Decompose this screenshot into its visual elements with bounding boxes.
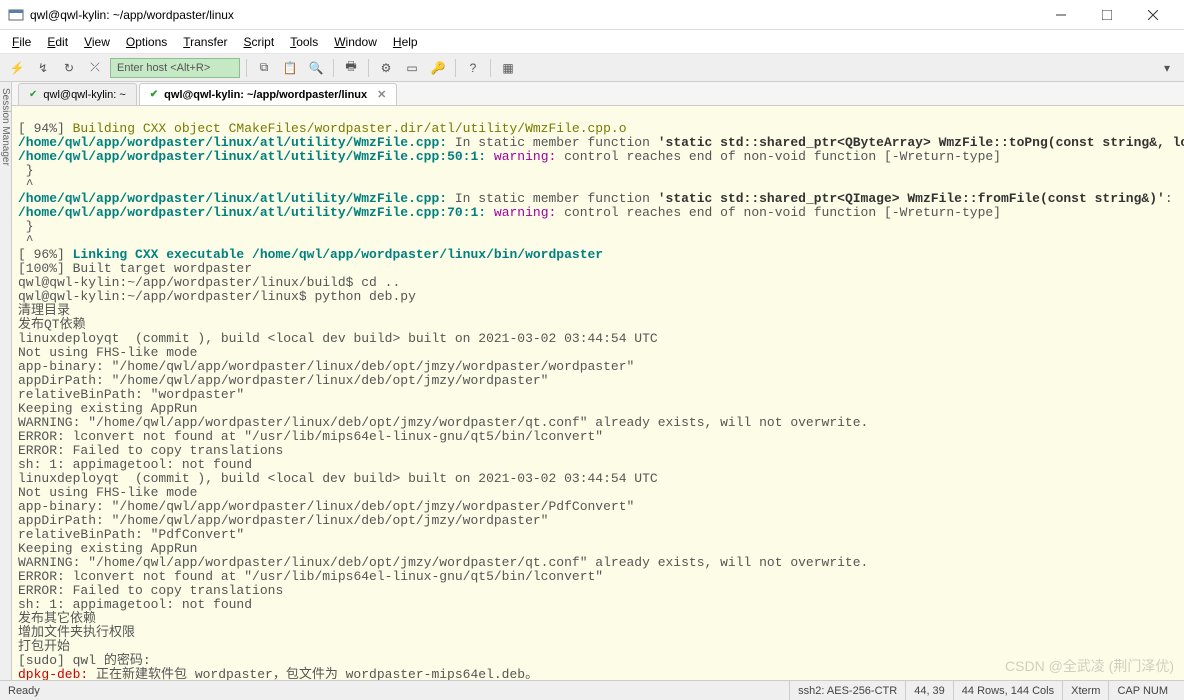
- menu-script[interactable]: Script: [244, 35, 275, 49]
- disconnect-icon[interactable]: ⤫: [84, 57, 106, 79]
- app-icon: [8, 7, 24, 23]
- toolbar: ⚡ ↯ ↻ ⤫ Enter host <Alt+R> ⧉ 📋 🔍 🖶 ⚙ ▭ 🔑…: [0, 54, 1184, 82]
- copy-icon[interactable]: ⧉: [253, 57, 275, 79]
- status-caps: CAP NUM: [1108, 681, 1176, 700]
- menu-bar: File Edit View Options Transfer Script T…: [0, 30, 1184, 54]
- toolbar-overflow-icon[interactable]: ▾: [1156, 57, 1178, 79]
- print-icon[interactable]: 🖶: [340, 57, 362, 79]
- paste-icon[interactable]: 📋: [279, 57, 301, 79]
- menu-window[interactable]: Window: [334, 35, 377, 49]
- toggle-icon[interactable]: ▦: [497, 57, 519, 79]
- tab-bar: ✔ qwl@qwl-kylin: ~ ✔ qwl@qwl-kylin: ~/ap…: [12, 82, 1184, 106]
- status-dot-icon: ✔: [150, 89, 158, 100]
- menu-file[interactable]: File: [12, 35, 31, 49]
- window-title: qwl@qwl-kylin: ~/app/wordpaster/linux: [30, 8, 1038, 22]
- connect-icon[interactable]: ⚡: [6, 57, 28, 79]
- options-icon[interactable]: ⚙: [375, 57, 397, 79]
- minimize-button[interactable]: [1038, 0, 1084, 30]
- tab-label: qwl@qwl-kylin: ~/app/wordpaster/linux: [164, 89, 367, 101]
- status-term: Xterm: [1062, 681, 1108, 700]
- quick-connect-icon[interactable]: ↯: [32, 57, 54, 79]
- help-icon[interactable]: ?: [462, 57, 484, 79]
- session-icon[interactable]: ▭: [401, 57, 423, 79]
- reconnect-icon[interactable]: ↻: [58, 57, 80, 79]
- menu-view[interactable]: View: [84, 35, 110, 49]
- keymap-icon[interactable]: 🔑: [427, 57, 449, 79]
- status-size: 44 Rows, 144 Cols: [953, 681, 1062, 700]
- status-connection: ssh2: AES-256-CTR: [789, 681, 905, 700]
- close-button[interactable]: [1130, 0, 1176, 30]
- terminal-output[interactable]: [ 94%] Building CXX object CMakeFiles/wo…: [12, 106, 1184, 680]
- title-bar: qwl@qwl-kylin: ~/app/wordpaster/linux: [0, 0, 1184, 30]
- status-bar: Ready ssh2: AES-256-CTR 44, 39 44 Rows, …: [0, 680, 1184, 700]
- host-input[interactable]: Enter host <Alt+R>: [110, 58, 240, 78]
- menu-help[interactable]: Help: [393, 35, 418, 49]
- menu-edit[interactable]: Edit: [47, 35, 68, 49]
- tab-session-2[interactable]: ✔ qwl@qwl-kylin: ~/app/wordpaster/linux …: [139, 83, 398, 105]
- menu-transfer[interactable]: Transfer: [183, 35, 227, 49]
- status-dot-icon: ✔: [29, 89, 37, 100]
- tab-label: qwl@qwl-kylin: ~: [43, 89, 125, 101]
- session-manager-sidebar[interactable]: Session Manager: [0, 82, 12, 680]
- status-cursor: 44, 39: [905, 681, 953, 700]
- close-tab-icon[interactable]: ✕: [377, 88, 386, 101]
- find-icon[interactable]: 🔍: [305, 57, 327, 79]
- status-ready: Ready: [8, 685, 40, 697]
- menu-tools[interactable]: Tools: [290, 35, 318, 49]
- maximize-button[interactable]: [1084, 0, 1130, 30]
- tab-session-1[interactable]: ✔ qwl@qwl-kylin: ~: [18, 83, 137, 105]
- menu-options[interactable]: Options: [126, 35, 167, 49]
